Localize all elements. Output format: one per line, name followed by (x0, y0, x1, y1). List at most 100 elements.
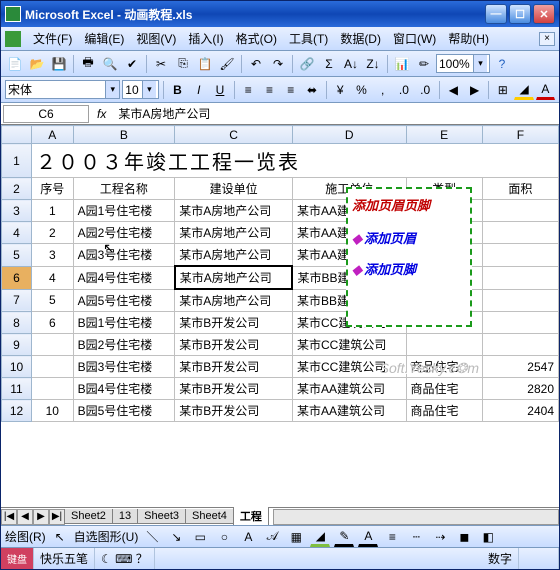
cell[interactable]: 某市CC建筑公司 (292, 356, 406, 378)
cell[interactable]: A园2号住宅楼 (73, 222, 175, 244)
font-color-icon[interactable]: A (536, 80, 555, 100)
row-header[interactable]: 12 (2, 400, 32, 422)
undo-icon[interactable]: ↶ (246, 54, 266, 74)
link-icon[interactable]: 🔗 (297, 54, 317, 74)
rect-icon[interactable]: ▭ (190, 527, 210, 547)
row-header[interactable]: 10 (2, 356, 32, 378)
col-header-f[interactable]: F (482, 126, 558, 144)
horizontal-scrollbar[interactable] (273, 509, 559, 525)
shadow-icon[interactable]: ◼ (454, 527, 474, 547)
menu-format[interactable]: 格式(O) (230, 28, 283, 49)
menu-window[interactable]: 窗口(W) (387, 28, 442, 49)
cell[interactable] (482, 244, 558, 267)
cell[interactable]: 某市AA建筑公司 (292, 378, 406, 400)
cell[interactable]: 某市CC建筑公司 (292, 334, 406, 356)
open-icon[interactable]: 📂 (27, 54, 47, 74)
row-header[interactable]: 7 (2, 289, 32, 312)
sort-asc-icon[interactable]: A↓ (341, 54, 361, 74)
menu-view[interactable]: 视图(V) (130, 28, 182, 49)
fill-color-icon[interactable]: ◢ (514, 80, 533, 100)
ime-options-icon[interactable]: ☾ ⌨ ？ (95, 548, 155, 569)
fill-icon[interactable]: ◢ (310, 527, 330, 547)
col-header-c[interactable]: C (175, 126, 293, 144)
cell[interactable]: 6 (32, 312, 74, 334)
save-icon[interactable]: 💾 (49, 54, 69, 74)
chevron-down-icon[interactable]: ▾ (473, 55, 487, 72)
cell[interactable]: 10 (32, 400, 74, 422)
cell[interactable]: 2 (32, 222, 74, 244)
zoom-combo[interactable]: 100%▾ (436, 54, 490, 73)
arrow-icon[interactable]: ↘ (166, 527, 186, 547)
select-all-corner[interactable] (2, 126, 32, 144)
chart-icon[interactable]: 📊 (392, 54, 412, 74)
close-button[interactable]: ✕ (533, 4, 555, 24)
align-right-icon[interactable]: ≡ (281, 80, 300, 100)
tab-nav-first-icon[interactable]: |◀ (1, 509, 17, 525)
ime-toggle[interactable]: 键盘 (1, 548, 34, 569)
new-icon[interactable]: 📄 (5, 54, 25, 74)
header-seq[interactable]: 序号 (32, 178, 74, 200)
cell[interactable]: 某市B开发公司 (175, 378, 293, 400)
sort-desc-icon[interactable]: Z↓ (363, 54, 383, 74)
header-proj[interactable]: 工程名称 (73, 178, 175, 200)
cell[interactable]: 某市B开发公司 (175, 334, 293, 356)
cell[interactable]: 5 (32, 289, 74, 312)
cell[interactable] (482, 222, 558, 244)
cell[interactable]: B园2号住宅楼 (73, 334, 175, 356)
cell[interactable] (482, 266, 558, 289)
percent-icon[interactable]: % (352, 80, 371, 100)
tab-nav-prev-icon[interactable]: ◀ (17, 509, 33, 525)
row-header[interactable]: 8 (2, 312, 32, 334)
cell[interactable]: 某市A房地产公司 (175, 222, 293, 244)
spell-icon[interactable]: ✔ (122, 54, 142, 74)
inc-decimal-icon[interactable]: .0 (394, 80, 413, 100)
menu-data[interactable]: 数据(D) (334, 28, 387, 49)
sheet-tab[interactable]: Sheet2 (64, 509, 113, 524)
cell[interactable] (482, 289, 558, 312)
cell[interactable]: 4 (32, 266, 74, 289)
line-color-icon[interactable]: ✎ (334, 527, 354, 547)
draw-menu[interactable]: 绘图(R) (5, 528, 46, 545)
menu-edit[interactable]: 编辑(E) (78, 28, 130, 49)
align-left-icon[interactable]: ≡ (239, 80, 258, 100)
format-painter-icon[interactable]: 🖌 (217, 54, 237, 74)
cell[interactable]: B园1号住宅楼 (73, 312, 175, 334)
col-header-a[interactable]: A (32, 126, 74, 144)
col-header-d[interactable]: D (292, 126, 406, 144)
sheet-tab[interactable]: Sheet3 (137, 509, 186, 524)
title-cell[interactable]: ２００３年竣工工程一览表 (32, 144, 559, 178)
cell[interactable]: 2820 (482, 378, 558, 400)
sheet-tab-active[interactable]: 工程 (233, 507, 269, 526)
cell[interactable] (482, 334, 558, 356)
align-center-icon[interactable]: ≡ (260, 80, 279, 100)
dash-icon[interactable]: ┄ (406, 527, 426, 547)
select-arrow-icon[interactable]: ↖ (50, 527, 70, 547)
row-header[interactable]: 1 (2, 144, 32, 178)
col-header-b[interactable]: B (73, 126, 175, 144)
line-icon[interactable]: ＼ (142, 527, 162, 547)
cell[interactable]: 某市AA建筑公司 (292, 400, 406, 422)
indent-dec-icon[interactable]: ◀ (444, 80, 463, 100)
row-header[interactable]: 3 (2, 200, 32, 222)
print-icon[interactable]: 🖶 (78, 54, 98, 74)
chevron-down-icon[interactable]: ▾ (142, 81, 156, 98)
tab-nav-next-icon[interactable]: ▶ (33, 509, 49, 525)
dec-decimal-icon[interactable]: .0 (416, 80, 435, 100)
font-name-combo[interactable]: 宋体▾ (5, 80, 120, 99)
header-area[interactable]: 面积 (482, 178, 558, 200)
cell[interactable]: 某市A房地产公司 (175, 244, 293, 267)
maximize-button[interactable]: ☐ (509, 4, 531, 24)
menu-tools[interactable]: 工具(T) (283, 28, 334, 49)
cell[interactable]: 某市A房地产公司 (175, 289, 293, 312)
chevron-down-icon[interactable]: ▾ (105, 81, 119, 98)
cell[interactable] (406, 334, 482, 356)
cell[interactable]: 2404 (482, 400, 558, 422)
cell[interactable]: A园4号住宅楼 (73, 266, 175, 289)
cut-icon[interactable]: ✂ (151, 54, 171, 74)
paste-icon[interactable]: 📋 (195, 54, 215, 74)
textbox-icon[interactable]: A (238, 527, 258, 547)
help-icon[interactable]: ? (492, 54, 512, 74)
line-style-icon[interactable]: ≡ (382, 527, 402, 547)
row-header[interactable]: 11 (2, 378, 32, 400)
cell[interactable] (482, 200, 558, 222)
